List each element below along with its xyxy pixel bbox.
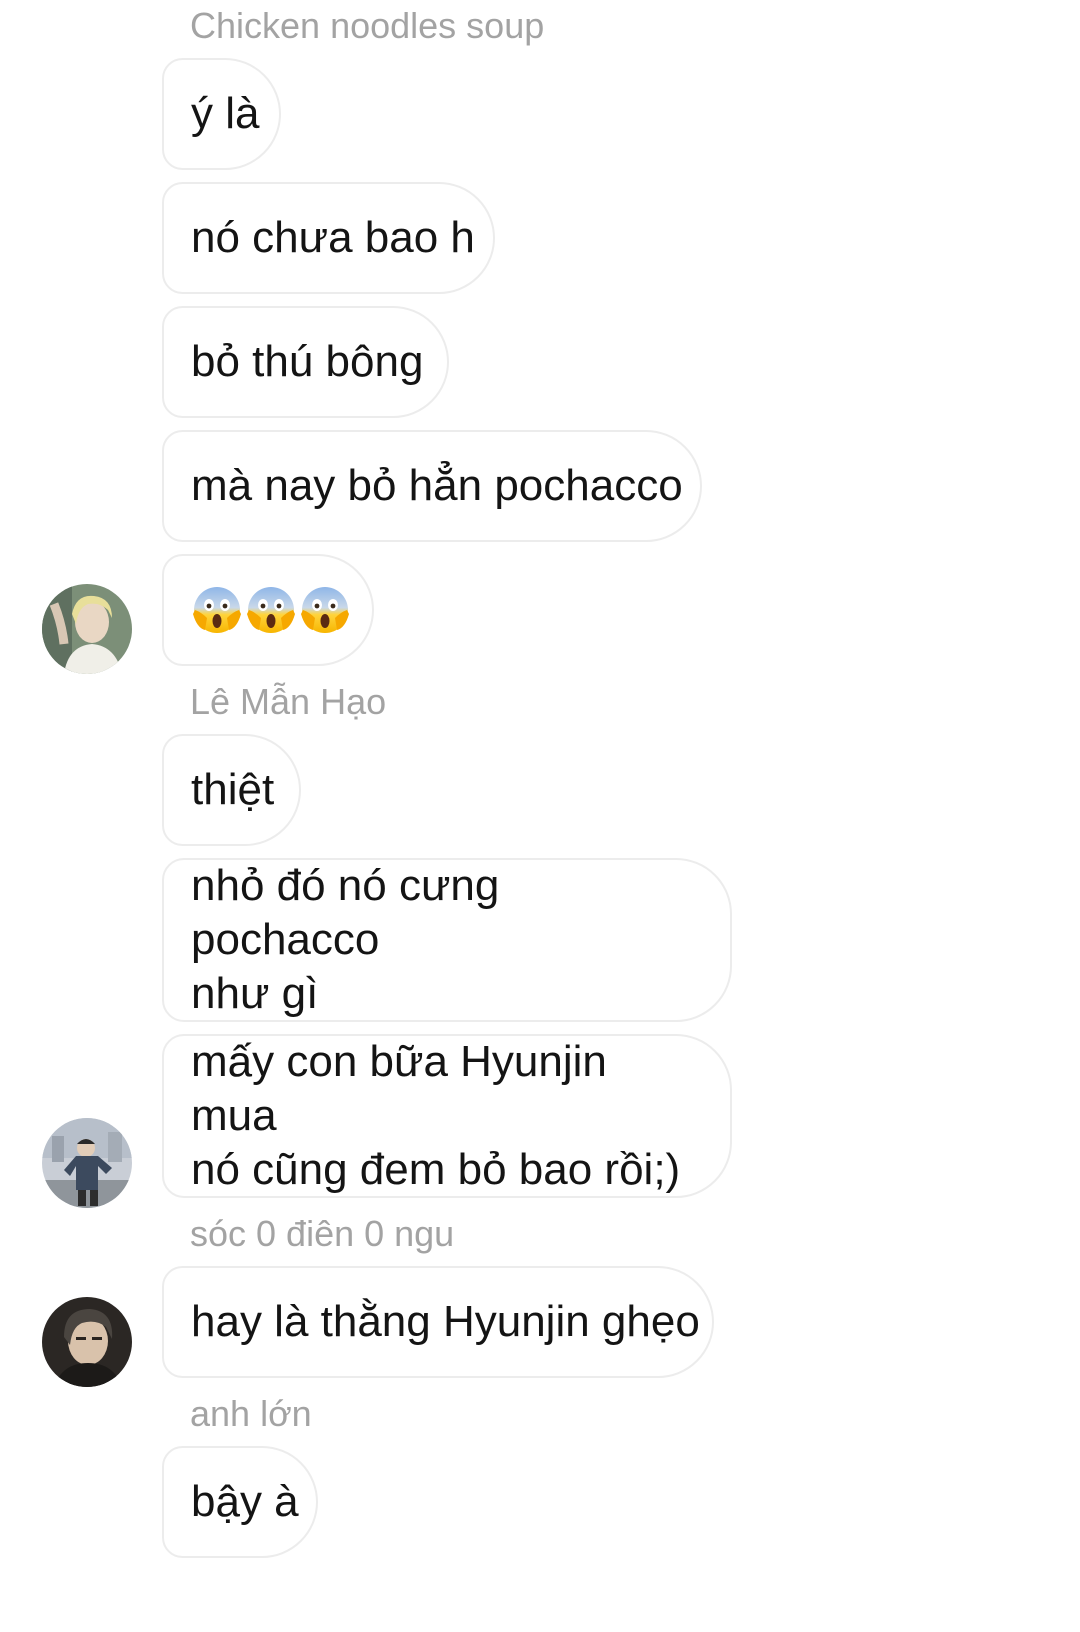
avatar-photo <box>42 584 132 674</box>
sender-name: sóc 0 điên 0 ngu <box>190 1213 455 1254</box>
message-bubble[interactable]: mấy con bữa Hyunjin mua nó cũng đem bỏ b… <box>162 1034 732 1198</box>
message-bubble[interactable]: mà nay bỏ hẳn pochacco <box>162 430 702 542</box>
face-screaming-in-fear-icon <box>193 587 241 633</box>
message-text: bậy à <box>191 1477 299 1526</box>
message-line: nhỏ đó nó cưng pochacco <box>191 861 500 964</box>
avatar[interactable] <box>42 584 132 674</box>
message-line: mấy con bữa Hyunjin mua <box>191 1037 607 1140</box>
message-bubble[interactable]: bậy à <box>162 1446 318 1558</box>
emoji-row <box>191 584 351 636</box>
avatar-photo <box>42 1297 132 1387</box>
message-text: nó chưa bao h <box>191 213 475 262</box>
sender-name: Lê Mẫn Hạo <box>190 681 387 722</box>
sender-name: Chicken noodles soup <box>190 5 545 46</box>
message-text: mà nay bỏ hẳn pochacco <box>191 461 683 510</box>
message-text: bỏ thú bông <box>191 337 424 386</box>
message-bubble[interactable]: thiệt <box>162 734 301 846</box>
message-line: như gì <box>191 969 319 1018</box>
message-text: mấy con bữa Hyunjin mua nó cũng đem bỏ b… <box>191 1035 692 1197</box>
message-bubble[interactable] <box>162 554 374 666</box>
message-text: hay là thằng Hyunjin ghẹo <box>191 1297 700 1346</box>
face-screaming-in-fear-icon <box>301 587 349 633</box>
avatar[interactable] <box>42 1118 132 1208</box>
avatar[interactable] <box>42 1297 132 1387</box>
message-text: nhỏ đó nó cưng pochacco như gì <box>191 859 692 1021</box>
message-bubble[interactable]: nó chưa bao h <box>162 182 495 294</box>
message-bubble[interactable]: ý là <box>162 58 281 170</box>
message-text: ý là <box>191 89 260 138</box>
sender-name: anh lớn <box>190 1393 312 1434</box>
face-screaming-in-fear-icon <box>247 587 295 633</box>
message-bubble[interactable]: bỏ thú bông <box>162 306 449 418</box>
message-bubble[interactable]: nhỏ đó nó cưng pochacco như gì <box>162 858 732 1022</box>
message-line: nó cũng đem bỏ bao rồi;) <box>191 1145 681 1194</box>
message-text: thiệt <box>191 765 275 814</box>
message-bubble[interactable]: hay là thằng Hyunjin ghẹo <box>162 1266 714 1378</box>
avatar-photo <box>42 1118 132 1208</box>
